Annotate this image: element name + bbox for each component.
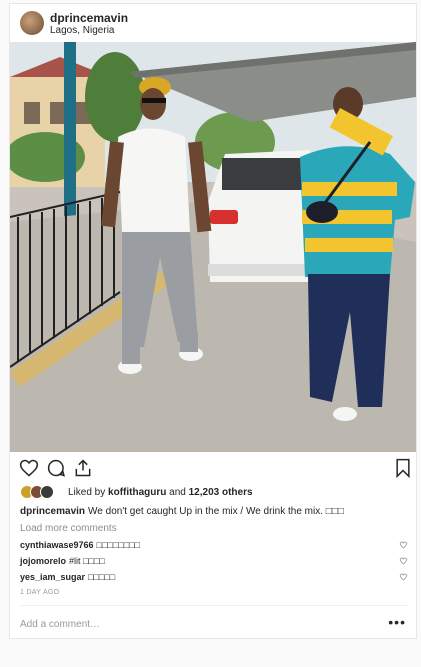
post-location[interactable]: Lagos, Nigeria	[50, 25, 114, 36]
post-caption: dprincemavin We don't get caught Up in th…	[20, 505, 410, 518]
caption-text: We don't get caught Up in the mix / We d…	[88, 506, 344, 517]
heart-icon[interactable]	[399, 541, 408, 549]
comment-text: #lit □□□□	[69, 556, 105, 566]
divider	[20, 605, 408, 606]
avatar	[40, 485, 54, 499]
comment-text: □□□□□□□□	[96, 540, 141, 550]
likes-summary: Liked by koffithaguru and 12,203 others	[20, 484, 253, 500]
list-item: cynthiawase9766 □□□□□□□□	[20, 538, 408, 552]
add-comment-input[interactable]: Add a comment…	[20, 619, 100, 630]
post-username[interactable]: dprincemavin	[50, 11, 128, 25]
comment-text: □□□□□	[88, 572, 116, 582]
post-header: dprincemavin Lagos, Nigeria	[10, 4, 416, 42]
post-timestamp[interactable]: 1 DAY AGO	[20, 589, 59, 596]
likes-prefix: Liked by	[68, 486, 106, 498]
heart-icon[interactable]	[399, 573, 408, 581]
share-icon[interactable]	[73, 458, 93, 478]
avatar[interactable]	[20, 11, 44, 35]
action-bar	[10, 456, 416, 482]
likes-user-link[interactable]: koffithaguru	[108, 487, 166, 498]
liker-avatars[interactable]	[20, 485, 62, 499]
list-item: jojomorelo #lit □□□□	[20, 554, 408, 568]
list-item: yes_iam_sugar □□□□□	[20, 570, 408, 584]
post-photo[interactable]	[10, 42, 416, 452]
comment-icon[interactable]	[46, 458, 66, 478]
heart-icon[interactable]	[19, 458, 39, 478]
comment-username[interactable]: jojomorelo	[20, 556, 66, 566]
heart-icon[interactable]	[399, 557, 408, 565]
likes-count-link[interactable]: 12,203 others	[189, 487, 253, 498]
load-more-comments[interactable]: Load more comments	[20, 523, 117, 534]
comment-username[interactable]: cynthiawase9766	[20, 540, 94, 550]
more-options-icon[interactable]: •••	[388, 614, 406, 630]
likes-and: and	[169, 486, 186, 498]
photo-illustration	[10, 42, 416, 452]
comment-username[interactable]: yes_iam_sugar	[20, 572, 85, 582]
post-card: dprincemavin Lagos, Nigeria Liked by kof…	[9, 3, 417, 639]
bookmark-icon[interactable]	[393, 458, 413, 478]
caption-username[interactable]: dprincemavin	[20, 506, 85, 517]
